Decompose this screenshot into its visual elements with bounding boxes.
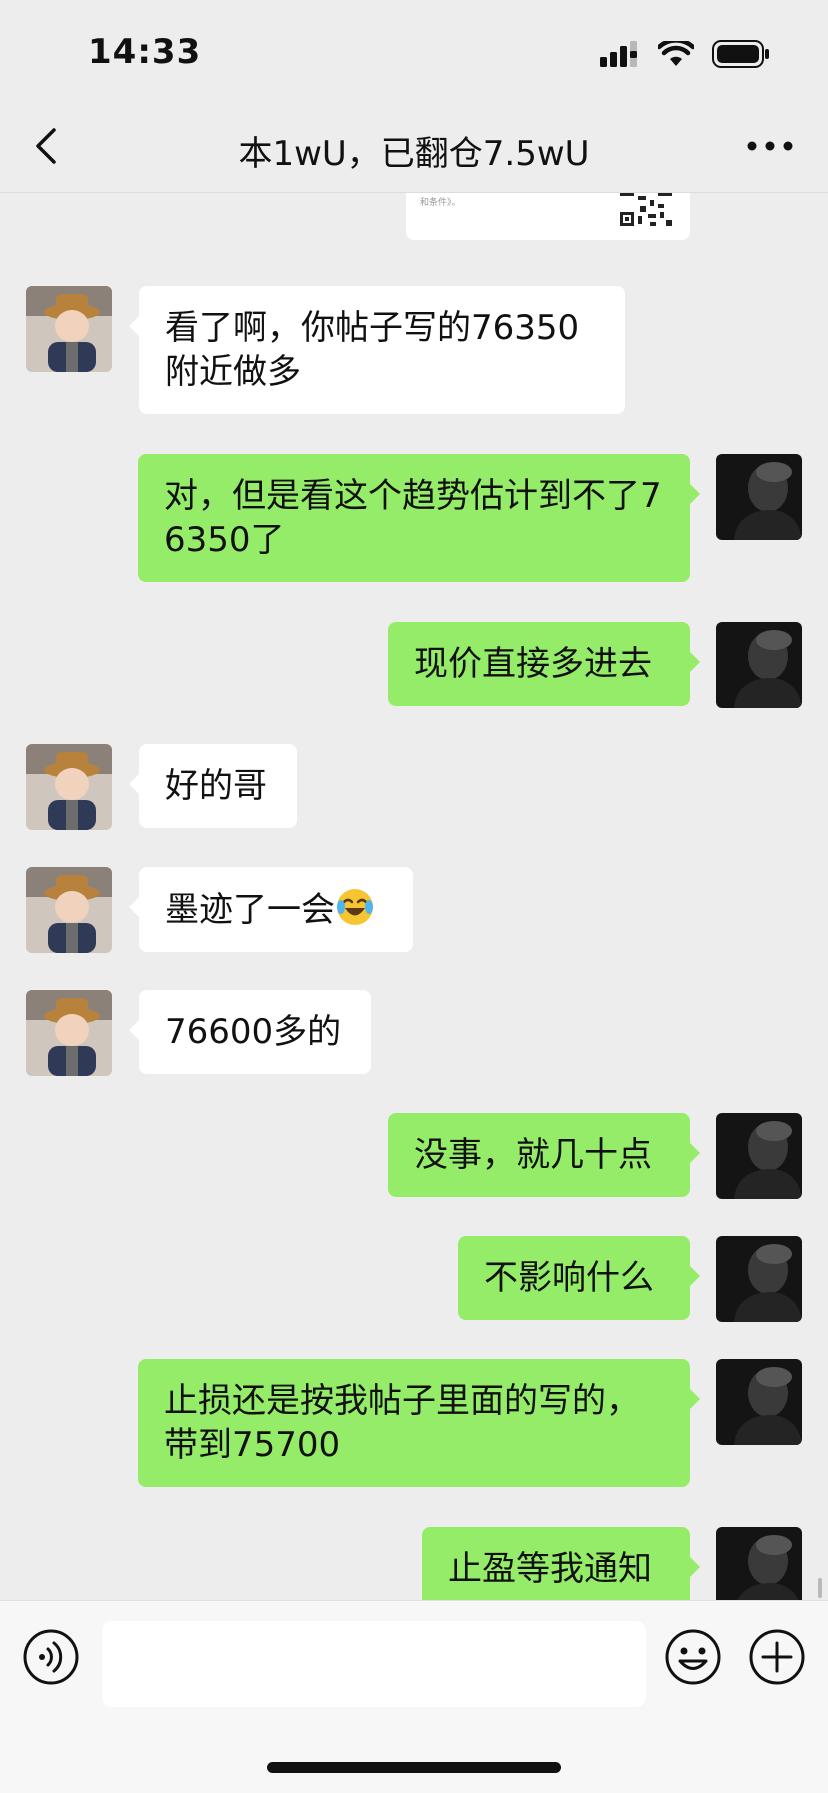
outgoing-message-bubble[interactable]: 止损还是按我帖子里面的写的，带到75700 bbox=[138, 1359, 700, 1487]
user-avatar[interactable] bbox=[716, 622, 802, 708]
message-text: 止损还是按我帖子里面的写的，带到75700 bbox=[164, 1381, 640, 1465]
contact-avatar[interactable] bbox=[26, 990, 112, 1076]
nav-bar: 本1wU，已翻仓7.5wU bbox=[0, 100, 828, 193]
outgoing-message-bubble[interactable]: 对，但是看这个趋势估计到不了76350了 bbox=[138, 454, 700, 582]
emoji-picker-icon[interactable] bbox=[664, 1628, 722, 1686]
home-indicator[interactable] bbox=[267, 1762, 561, 1773]
message-text: 现价直接多进去 bbox=[414, 644, 652, 684]
message-text: 墨迹了一会 bbox=[165, 890, 335, 930]
user-avatar[interactable] bbox=[716, 1527, 802, 1600]
outgoing-message-bubble[interactable]: 止盈等我通知 bbox=[422, 1527, 700, 1600]
cellular-signal-icon bbox=[600, 41, 637, 67]
chat-title: 本1wU，已翻仓7.5wU bbox=[238, 134, 590, 174]
back-chevron-icon[interactable] bbox=[26, 122, 70, 170]
user-avatar[interactable] bbox=[716, 454, 802, 540]
contact-avatar[interactable] bbox=[26, 744, 112, 830]
message-text: 好的哥 bbox=[165, 766, 267, 806]
contact-avatar[interactable] bbox=[26, 286, 112, 372]
message-text: 没事，就几十点 bbox=[414, 1135, 652, 1175]
message-text: 76600多的 bbox=[165, 1012, 342, 1052]
user-avatar[interactable] bbox=[716, 1113, 802, 1199]
chat-scrollbar[interactable] bbox=[818, 1578, 822, 1598]
add-attachment-icon[interactable] bbox=[748, 1628, 806, 1686]
outgoing-message-bubble[interactable]: 不影响什么 bbox=[458, 1236, 700, 1320]
incoming-message-bubble[interactable]: 墨迹了一会 bbox=[129, 867, 413, 952]
qr-code-icon bbox=[620, 192, 672, 226]
user-avatar[interactable] bbox=[716, 1359, 802, 1445]
status-icons bbox=[600, 40, 770, 68]
more-options-icon[interactable] bbox=[742, 126, 798, 166]
incoming-message-bubble[interactable]: 看了啊，你帖子写的76350附近做多 bbox=[129, 286, 625, 414]
message-text: 不影响什么 bbox=[484, 1258, 654, 1298]
wifi-icon bbox=[658, 41, 694, 66]
user-avatar[interactable] bbox=[716, 1236, 802, 1322]
message-text: 对，但是看这个趋势估计到不了76350了 bbox=[164, 476, 662, 560]
message-text: 止盈等我通知 bbox=[448, 1549, 652, 1589]
message-text: 看了啊，你帖子写的76350附近做多 bbox=[165, 308, 580, 392]
face-with-tears-of-joy-icon bbox=[337, 889, 373, 925]
status-bar: 14:33 bbox=[0, 0, 828, 100]
card-fine-print: 免责声明：该第三方内容，仅供参考，详见《条款和条件》。 bbox=[420, 192, 618, 208]
battery-icon bbox=[712, 40, 769, 68]
status-time: 14:33 bbox=[88, 32, 202, 72]
chat-message-list[interactable]: 免责声明：该第三方内容，仅供参考，详见《条款和条件》。 看了啊，你帖子写的763… bbox=[0, 192, 828, 1600]
message-input[interactable] bbox=[102, 1621, 646, 1707]
incoming-message-bubble[interactable]: 好的哥 bbox=[129, 744, 297, 828]
voice-input-icon[interactable] bbox=[22, 1628, 80, 1686]
outgoing-message-bubble[interactable]: 现价直接多进去 bbox=[388, 622, 700, 706]
contact-avatar[interactable] bbox=[26, 867, 112, 953]
outgoing-message-bubble[interactable]: 没事，就几十点 bbox=[388, 1113, 700, 1197]
shared-card-message[interactable]: 免责声明：该第三方内容，仅供参考，详见《条款和条件》。 bbox=[406, 192, 690, 240]
incoming-message-bubble[interactable]: 76600多的 bbox=[129, 990, 371, 1074]
